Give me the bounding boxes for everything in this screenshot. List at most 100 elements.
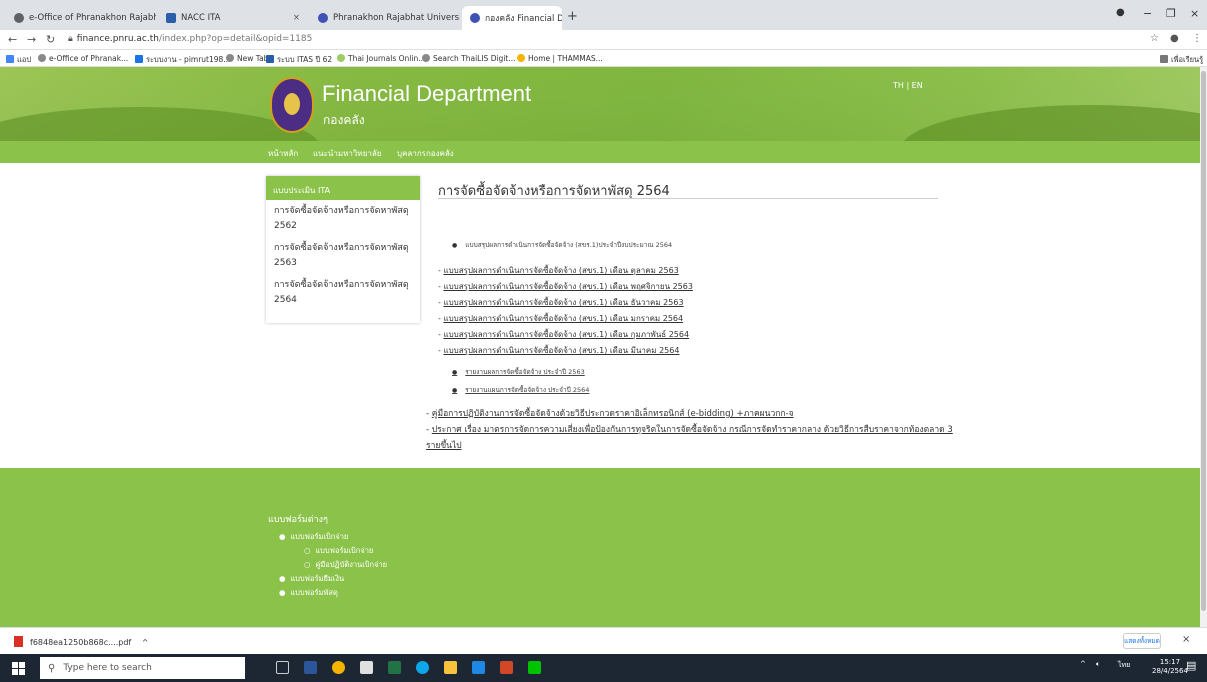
nacc-icon bbox=[266, 55, 274, 63]
powerpoint-icon[interactable] bbox=[500, 661, 513, 674]
language-switcher[interactable]: TH | EN bbox=[893, 81, 923, 90]
apps-grid-icon bbox=[6, 55, 14, 63]
store-icon[interactable] bbox=[360, 661, 373, 674]
bookmark-label: Search ThaiLIS Digit... bbox=[433, 54, 516, 63]
profile-icon[interactable]: ● bbox=[1116, 7, 1125, 18]
chrome-icon[interactable] bbox=[332, 661, 345, 674]
taskbar-search-input[interactable]: ⚲ Type here to search bbox=[40, 657, 245, 679]
window-close-button[interactable]: × bbox=[1190, 7, 1199, 20]
mail-icon[interactable] bbox=[472, 661, 485, 674]
new-tab-button[interactable]: + bbox=[567, 9, 578, 24]
sidebar-item-2562[interactable]: การจัดซื้อจัดจ้างหรือการจัดหาพัสดุ 2562 bbox=[266, 200, 420, 237]
word-icon[interactable] bbox=[304, 661, 317, 674]
download-item[interactable]: f6848ea1250b868c....pdf ^ bbox=[14, 636, 149, 647]
university-logo[interactable] bbox=[270, 77, 314, 133]
page-scrollbar[interactable] bbox=[1200, 67, 1207, 627]
sidebar-item-2564[interactable]: การจัดซื้อจัดจ้างหรือการจัดหาพัสดุ 2564 bbox=[266, 274, 420, 311]
site-title[interactable]: Financial Department bbox=[322, 81, 531, 107]
footer-item-label[interactable]: คู่มือปฏิบัติงานเบิกจ่าย bbox=[315, 560, 387, 569]
footer-item-supplies[interactable]: ● แบบฟอร์มพัสดุ bbox=[279, 587, 338, 599]
monthly-report-link-feb[interactable]: - แบบสรุปผลการดำเนินการจัดซื้อจัดจ้าง (ส… bbox=[438, 328, 689, 341]
monthly-report-link-oct[interactable]: - แบบสรุปผลการดำเนินการจัดซื้อจัดจ้าง (ส… bbox=[438, 264, 679, 277]
footer-item-disbursement[interactable]: ● แบบฟอร์มเบิกจ่าย bbox=[279, 531, 348, 543]
bookmark-thammasat[interactable]: Home | THAMMAS... bbox=[517, 54, 603, 63]
nav-about-university[interactable]: แนะนำมหาวิทยาลัย bbox=[313, 147, 381, 160]
chevron-up-icon[interactable]: ^ bbox=[142, 638, 149, 647]
footer-subitem-manual[interactable]: ○ คู่มือปฏิบัติงานเบิกจ่าย bbox=[304, 559, 387, 571]
file-explorer-icon[interactable] bbox=[444, 661, 457, 674]
link-text[interactable]: คู่มือการปฏิบัติงานการจัดซื้อจัดจ้างด้วย… bbox=[432, 409, 794, 419]
link-text[interactable]: แบบสรุปผลการดำเนินการจัดซื้อจัดจ้าง (สขร… bbox=[443, 266, 678, 275]
bookmark-reading-list[interactable]: เพื่อเรียนรู้ bbox=[1160, 54, 1203, 66]
announcement-link[interactable]: - ประกาศ เรื่อง มาตรการจัดการความเสี่ยงเ… bbox=[426, 422, 956, 454]
show-all-button[interactable]: แสดงทั้งหมด bbox=[1123, 633, 1161, 649]
monthly-report-link-jan[interactable]: - แบบสรุปผลการดำเนินการจัดซื้อจัดจ้าง (ส… bbox=[438, 312, 683, 325]
windows-start-icon[interactable] bbox=[12, 662, 25, 675]
footer-item-loan[interactable]: ● แบบฟอร์มยืมเงิน bbox=[279, 573, 344, 585]
bookmark-apps[interactable]: แอป bbox=[6, 54, 31, 66]
forward-arrow-icon[interactable]: → bbox=[27, 33, 36, 46]
sidebar-item-2563[interactable]: การจัดซื้อจัดจ้างหรือการจัดหาพัสดุ 2563 bbox=[266, 237, 420, 274]
star-icon[interactable]: ☆ bbox=[1150, 33, 1159, 44]
download-bar-close-icon[interactable]: × bbox=[1182, 634, 1190, 645]
globe-icon bbox=[226, 54, 234, 62]
link-text[interactable]: แบบสรุปผลการดำเนินการจัดซื้อจัดจ้าง (สขร… bbox=[443, 346, 679, 355]
footer-subitem-disbursement-form[interactable]: ○ แบบฟอร์มเบิกจ่าย bbox=[304, 545, 373, 557]
search-icon: ⚲ bbox=[48, 662, 56, 674]
nacc-favicon-icon bbox=[166, 13, 176, 23]
back-arrow-icon[interactable]: ← bbox=[8, 33, 17, 46]
footer-item-label[interactable]: แบบฟอร์มพัสดุ bbox=[290, 588, 338, 597]
reload-icon[interactable]: ↻ bbox=[46, 33, 55, 46]
minimize-button[interactable]: − bbox=[1143, 7, 1152, 20]
monthly-report-link-dec[interactable]: - แบบสรุปผลการดำเนินการจัดซื้อจัดจ้าง (ส… bbox=[438, 296, 684, 309]
link-text[interactable]: แบบสรุปผลการดำเนินการจัดซื้อจัดจ้าง (สขร… bbox=[443, 282, 693, 291]
url-field[interactable]: 🔒︎ finance.pnru.ac.th/index.php?op=detail… bbox=[68, 34, 312, 44]
task-view-icon[interactable] bbox=[276, 661, 289, 674]
language-indicator[interactable]: ไทย bbox=[1118, 660, 1130, 671]
bookmark-itas[interactable]: ระบบ ITAS ปี 62 bbox=[266, 54, 332, 66]
footer-item-label[interactable]: แบบฟอร์มเบิกจ่าย bbox=[290, 532, 348, 541]
tab-financial-department[interactable]: กองคลัง Financial Department × bbox=[462, 6, 562, 30]
bookmark-thai-journals[interactable]: Thai Journals Onlin... bbox=[337, 54, 425, 63]
site-banner: Financial Department กองคลัง TH | EN bbox=[0, 67, 1200, 141]
report-link-2564[interactable]: รายงานแผนการจัดซื้อจัดจ้าง ประจำปี 2564 bbox=[452, 385, 589, 395]
bookmark-new-tab[interactable]: New Tab bbox=[226, 54, 268, 63]
maximize-button[interactable]: ❐ bbox=[1166, 7, 1176, 20]
notification-icon[interactable]: ▤ bbox=[1186, 659, 1196, 672]
bookmarks-bar: แอป e-Office of Phranak... ระบบงาน - pim… bbox=[0, 50, 1207, 67]
monthly-report-link-nov[interactable]: - แบบสรุปผลการดำเนินการจัดซื้อจัดจ้าง (ส… bbox=[438, 280, 693, 293]
tab-label: Phranakhon Rajabhat University bbox=[333, 13, 460, 23]
report-link-2563[interactable]: รายงานผลการจัดซื้อจัดจ้าง ประจำปี 2563 bbox=[452, 367, 584, 377]
footer-item-label[interactable]: แบบฟอร์มเบิกจ่าย bbox=[315, 546, 373, 555]
tray-up-arrow-icon[interactable]: ^ bbox=[1080, 660, 1086, 668]
tab-e-office[interactable]: e-Office of Phranakhon Rajabhat × bbox=[6, 6, 156, 30]
manual-link[interactable]: - คู่มือการปฏิบัติงานการจัดซื้อจัดจ้างด้… bbox=[426, 406, 956, 422]
bookmark-thailis[interactable]: Search ThaiLIS Digit... bbox=[422, 54, 516, 63]
volume-icon[interactable]: 🔈︎ bbox=[1096, 660, 1100, 669]
link-text[interactable]: แบบสรุปผลการดำเนินการจัดซื้อจัดจ้าง (สขร… bbox=[443, 298, 683, 307]
footer-item-label[interactable]: แบบฟอร์มยืมเงิน bbox=[290, 574, 344, 583]
menu-icon[interactable]: ⋮ bbox=[1192, 33, 1202, 44]
bookmark-system[interactable]: ระบบงาน - pimrut198... bbox=[135, 54, 230, 66]
scrollbar-thumb[interactable] bbox=[1201, 71, 1206, 611]
line-icon[interactable] bbox=[528, 661, 541, 674]
account-icon[interactable]: ● bbox=[1170, 33, 1179, 44]
link-text[interactable]: แบบสรุปผลการดำเนินการจัดซื้อจัดจ้าง (สขร… bbox=[443, 330, 689, 339]
tab-label: e-Office of Phranakhon Rajabhat bbox=[29, 13, 156, 23]
site-subtitle: กองคลัง bbox=[323, 113, 365, 127]
link-text[interactable]: แบบสรุปผลการดำเนินการจัดซื้อจัดจ้าง (สขร… bbox=[443, 314, 683, 323]
nav-home[interactable]: หน้าหลัก bbox=[268, 147, 298, 160]
nav-staff[interactable]: บุคลากรกองคลัง bbox=[397, 147, 454, 160]
footer-title: แบบฟอร์มต่างๆ bbox=[268, 515, 328, 525]
bookmark-e-office[interactable]: e-Office of Phranak... bbox=[38, 54, 128, 63]
excel-icon[interactable] bbox=[388, 661, 401, 674]
monthly-report-link-mar[interactable]: - แบบสรุปผลการดำเนินการจัดซื้อจัดจ้าง (ส… bbox=[438, 344, 679, 357]
link-text[interactable]: ประกาศ เรื่อง มาตรการจัดการความเสี่ยงเพื… bbox=[426, 425, 953, 451]
tab-pnru[interactable]: Phranakhon Rajabhat University × bbox=[310, 6, 460, 30]
taskbar-clock[interactable]: 15:17 28/4/2564 bbox=[1152, 658, 1188, 676]
edge-icon[interactable] bbox=[416, 661, 429, 674]
tab-nacc-ita[interactable]: NACC ITA × bbox=[158, 6, 308, 30]
globe-icon bbox=[422, 54, 430, 62]
download-filename: f6848ea1250b868c....pdf bbox=[30, 638, 132, 647]
tab-close-icon[interactable]: × bbox=[285, 13, 300, 23]
